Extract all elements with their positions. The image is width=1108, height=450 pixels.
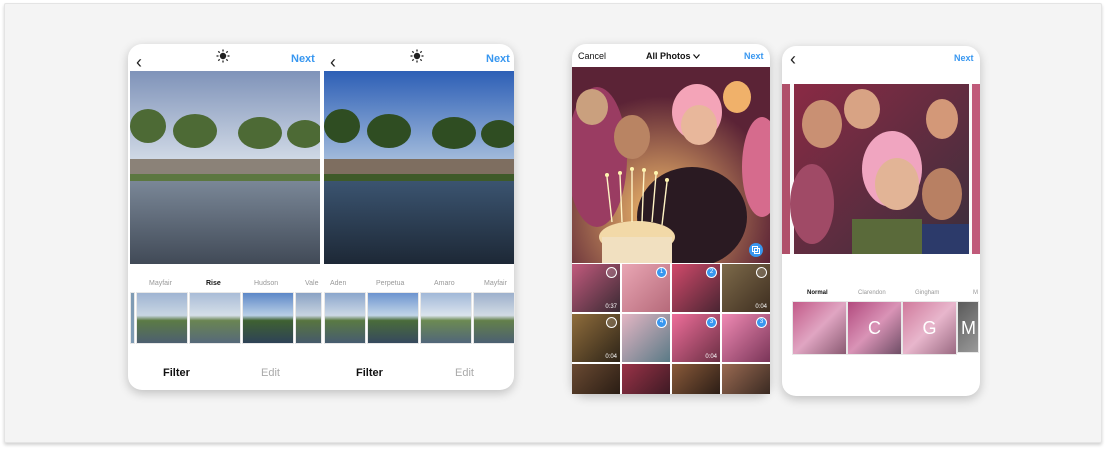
- thumbnail-letter: M: [961, 318, 976, 338]
- video-duration: 0:04: [705, 354, 717, 360]
- thumbnail-letter: C: [868, 318, 881, 338]
- grid-photo[interactable]: [672, 364, 720, 394]
- filter-label-mayfair[interactable]: Mayfair: [484, 280, 507, 287]
- selection-badge[interactable]: 3: [756, 317, 767, 328]
- selection-badge[interactable]: 1: [656, 267, 667, 278]
- grid-photo[interactable]: 4: [622, 314, 670, 362]
- grid-photo[interactable]: [572, 364, 620, 394]
- filter-thumbnail[interactable]: [130, 292, 135, 344]
- grid-photo[interactable]: 0:04: [572, 314, 620, 362]
- thumbnail-letter: G: [922, 318, 937, 338]
- grid-photo[interactable]: [622, 364, 670, 394]
- album-title-text: All Photos: [646, 51, 691, 61]
- grid-photo[interactable]: 3: [722, 314, 770, 362]
- selection-badge[interactable]: 3: [706, 317, 717, 328]
- tab-edit[interactable]: Edit: [455, 367, 474, 379]
- filter-label-amaro[interactable]: Amaro: [434, 280, 455, 287]
- filter-thumbnail-normal[interactable]: [792, 301, 847, 355]
- next-button[interactable]: Next: [954, 53, 974, 63]
- video-duration: 0:37: [605, 304, 617, 310]
- back-chevron-icon[interactable]: ‹: [136, 52, 142, 73]
- selection-badge[interactable]: 4: [656, 317, 667, 328]
- filter-thumbnail-gingham[interactable]: G: [902, 301, 957, 355]
- multi-select-icon[interactable]: [749, 243, 763, 257]
- filter-thumbnail[interactable]: [420, 292, 472, 344]
- tab-filter[interactable]: Filter: [356, 367, 383, 379]
- filter-label-clarendon[interactable]: Clarendon: [858, 290, 886, 296]
- grid-photo[interactable]: 0:04: [722, 264, 770, 312]
- brightness-icon[interactable]: [410, 49, 424, 63]
- filter-thumbnail[interactable]: [189, 292, 241, 344]
- cancel-button[interactable]: Cancel: [578, 51, 606, 61]
- filter-label-rise[interactable]: Rise: [206, 280, 221, 287]
- grid-photo[interactable]: 2: [672, 264, 720, 312]
- lake-photo-rise: [130, 71, 320, 264]
- brightness-icon[interactable]: [216, 49, 230, 63]
- video-duration: 0:04: [755, 304, 767, 310]
- filter-label-hudson[interactable]: Hudson: [254, 280, 278, 287]
- tab-filter[interactable]: Filter: [163, 367, 190, 379]
- filter-label-gingham[interactable]: Gingham: [915, 290, 939, 296]
- lake-photo-perpetua: [324, 71, 514, 264]
- filter-thumbnail[interactable]: [473, 292, 515, 344]
- grid-photo[interactable]: 0:04 3: [672, 314, 720, 362]
- grid-photo[interactable]: [722, 364, 770, 394]
- tab-edit[interactable]: Edit: [261, 367, 280, 379]
- back-chevron-icon[interactable]: ‹: [790, 49, 796, 70]
- select-circle[interactable]: [606, 317, 617, 328]
- filter-thumbnail[interactable]: [136, 292, 188, 344]
- group-selfie-photo: [782, 84, 980, 254]
- next-button[interactable]: Next: [486, 53, 510, 65]
- filter-thumbnail[interactable]: [295, 292, 322, 344]
- filter-thumbnail-partial[interactable]: M: [957, 301, 979, 353]
- back-chevron-icon[interactable]: ‹: [330, 52, 336, 73]
- video-duration: 0:04: [605, 354, 617, 360]
- filter-label-aden[interactable]: Aden: [330, 280, 346, 287]
- filter-label-normal[interactable]: Normal: [807, 290, 828, 296]
- chevron-down-icon: [693, 54, 700, 60]
- birthday-party-photo: [572, 67, 770, 263]
- filter-label-mayfair[interactable]: Mayfair: [149, 280, 172, 287]
- select-circle[interactable]: [606, 267, 617, 278]
- filter-thumbnail[interactable]: [324, 292, 366, 344]
- filter-thumbnail-clarendon[interactable]: C: [847, 301, 902, 355]
- grid-photo[interactable]: 1: [622, 264, 670, 312]
- filter-label-vale[interactable]: Vale: [305, 280, 319, 287]
- grid-photo[interactable]: 0:37: [572, 264, 620, 312]
- next-button[interactable]: Next: [744, 51, 764, 61]
- filter-thumbnail[interactable]: [242, 292, 294, 344]
- filter-thumbnail[interactable]: [367, 292, 419, 344]
- album-title[interactable]: All Photos: [646, 51, 700, 61]
- next-button[interactable]: Next: [291, 53, 315, 65]
- selection-badge[interactable]: 2: [706, 267, 717, 278]
- filter-label-partial[interactable]: M: [973, 290, 978, 296]
- filter-label-perpetua[interactable]: Perpetua: [376, 280, 404, 287]
- select-circle[interactable]: [756, 267, 767, 278]
